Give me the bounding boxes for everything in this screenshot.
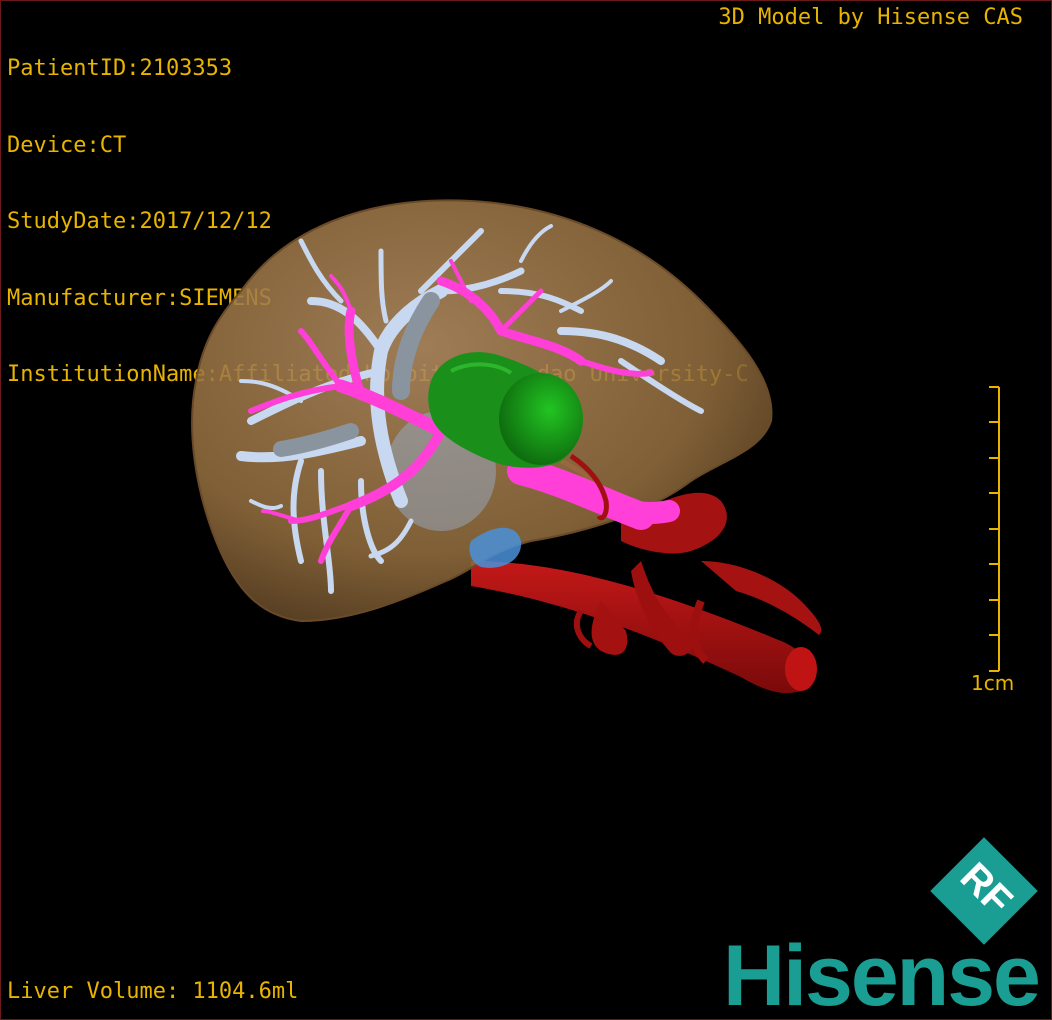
hisense-logo-text: Hisense — [723, 928, 1041, 1020]
3d-liver-model[interactable]: RF — [1, 1, 1051, 1019]
liver-volume-text: Liver Volume: 1104.6ml — [7, 979, 299, 1004]
scale-bar — [989, 386, 1000, 672]
3d-viewport[interactable]: PatientID:2103353 Device:CT StudyDate:20… — [0, 0, 1052, 1020]
scale-bar-label: 1cm — [971, 671, 1015, 695]
